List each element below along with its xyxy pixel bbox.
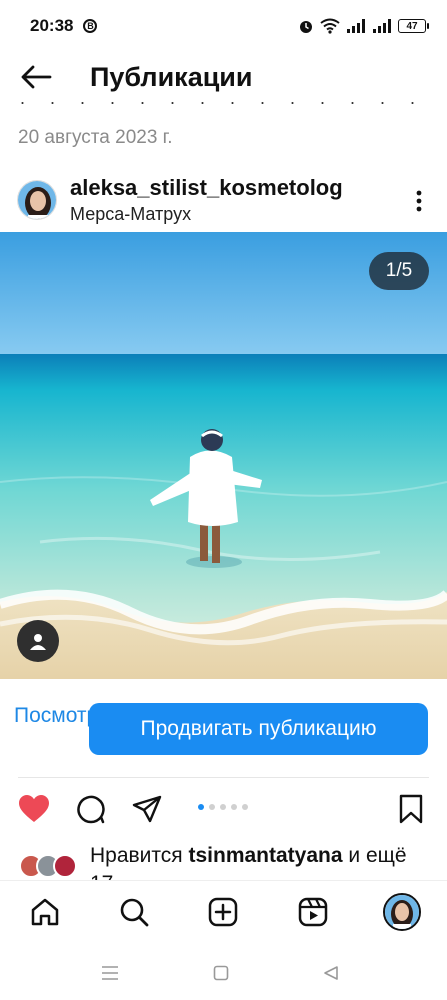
create-icon[interactable] — [206, 895, 240, 929]
system-navigation — [0, 946, 447, 1000]
photo-counter: 1/5 — [369, 252, 429, 290]
home-square-icon[interactable] — [210, 962, 232, 984]
carousel-indicator — [198, 804, 248, 810]
previous-caption-fragment: . . . . . . . . . . . . . . — [20, 96, 426, 108]
bottom-navigation — [0, 880, 447, 946]
divider — [18, 777, 429, 778]
search-icon[interactable] — [117, 895, 151, 929]
back-triangle-icon[interactable] — [320, 962, 342, 984]
tagged-users-icon[interactable] — [17, 620, 59, 662]
status-time: 20:38 — [30, 16, 74, 35]
alarm-icon — [300, 21, 312, 33]
notification-icon: B — [83, 19, 98, 33]
reels-icon[interactable] — [296, 895, 330, 929]
likes-prefix: Нравится — [90, 844, 189, 867]
carousel-dot — [209, 804, 215, 810]
carousel-dot — [231, 804, 237, 810]
status-bar: 20:38 B 47 — [0, 0, 447, 52]
status-icons: 47 — [298, 18, 429, 34]
author-username[interactable]: aleksa_stilist_kosmetolog — [70, 175, 343, 201]
carousel-dot — [242, 804, 248, 810]
carousel-dot-active — [198, 804, 204, 810]
battery-icon: 47 — [398, 19, 429, 33]
likes-user[interactable]: tsinmantatyana — [189, 844, 343, 867]
profile-avatar[interactable] — [383, 893, 421, 931]
battery-level: 47 — [398, 19, 426, 33]
post-header: aleksa_stilist_kosmetolog Мерса-Матрух — [0, 172, 447, 230]
page-title: Публикации — [90, 61, 253, 92]
app-header: Публикации — [0, 52, 447, 102]
comment-icon[interactable] — [74, 792, 108, 826]
heart-icon[interactable] — [17, 792, 51, 826]
post-location[interactable]: Мерса-Матрух — [70, 204, 191, 225]
home-icon[interactable] — [28, 895, 62, 929]
more-options-icon[interactable] — [407, 186, 431, 216]
liker-avatars — [19, 854, 81, 878]
menu-icon[interactable] — [99, 962, 121, 984]
signal-icon-2 — [373, 19, 391, 33]
likes-text: Нравится tsinmantatyana и ещё 17 — [90, 842, 430, 880]
post-photo[interactable] — [0, 232, 447, 679]
back-arrow-icon[interactable] — [16, 57, 56, 97]
liker-avatar — [53, 854, 77, 878]
author-avatar[interactable] — [17, 180, 57, 220]
share-icon[interactable] — [130, 792, 164, 826]
carousel-dot — [220, 804, 226, 810]
promote-post-button[interactable]: Продвигать публикацию — [89, 703, 428, 755]
post-actions — [0, 790, 447, 830]
bookmark-icon[interactable] — [394, 792, 428, 826]
likes-row[interactable]: Нравится tsinmantatyana и ещё 17 — [0, 838, 447, 880]
post-date: 20 августа 2023 г. — [18, 127, 173, 148]
signal-icon — [347, 19, 365, 33]
wifi-icon — [320, 18, 340, 34]
